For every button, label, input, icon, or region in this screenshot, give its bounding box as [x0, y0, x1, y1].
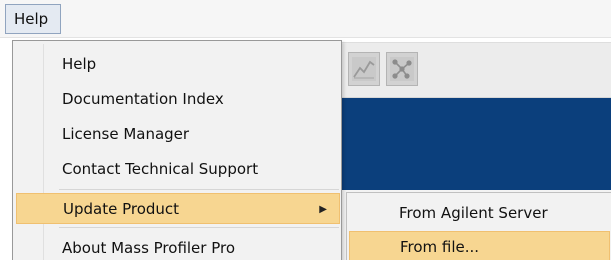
menu-item-label: About Mass Profiler Pro	[62, 239, 236, 257]
menu-item-label: Help	[62, 55, 97, 73]
menu-item-label: Update Product	[63, 200, 180, 218]
help-menu[interactable]: Help	[5, 4, 61, 34]
network-icon	[390, 57, 414, 81]
chart-tool-button[interactable]	[348, 52, 380, 86]
menu-bar: Help	[0, 0, 611, 38]
menu-item-help[interactable]: Help	[16, 49, 340, 80]
submenu-item-label: From file...	[400, 238, 480, 256]
submenu-arrow-icon: ▶	[319, 204, 327, 215]
chart-icon	[352, 57, 376, 81]
menu-item-license-manager[interactable]: License Manager	[16, 119, 340, 150]
menu-item-label: Documentation Index	[62, 90, 224, 108]
submenu-item-from-agilent-server[interactable]: From Agilent Server	[349, 198, 610, 229]
menu-item-about[interactable]: About Mass Profiler Pro	[16, 233, 340, 260]
menu-separator	[59, 189, 339, 190]
menu-item-contact-technical-support[interactable]: Contact Technical Support	[16, 154, 340, 185]
app-window: Help Help Documentation Index License Ma…	[0, 0, 611, 260]
header-band	[340, 98, 611, 190]
menu-item-label: License Manager	[62, 125, 190, 143]
toolbar	[340, 42, 611, 98]
menu-item-label: Contact Technical Support	[62, 160, 259, 178]
help-dropdown-menu: Help Documentation Index License Manager…	[12, 40, 342, 260]
update-product-submenu: From Agilent Server From file...	[346, 192, 611, 260]
submenu-item-from-file[interactable]: From file...	[349, 231, 610, 260]
menu-item-update-product[interactable]: Update Product ▶	[16, 193, 340, 224]
submenu-item-label: From Agilent Server	[399, 204, 548, 222]
menu-separator	[59, 227, 339, 228]
menu-item-documentation-index[interactable]: Documentation Index	[16, 84, 340, 115]
network-tool-button[interactable]	[386, 52, 418, 86]
